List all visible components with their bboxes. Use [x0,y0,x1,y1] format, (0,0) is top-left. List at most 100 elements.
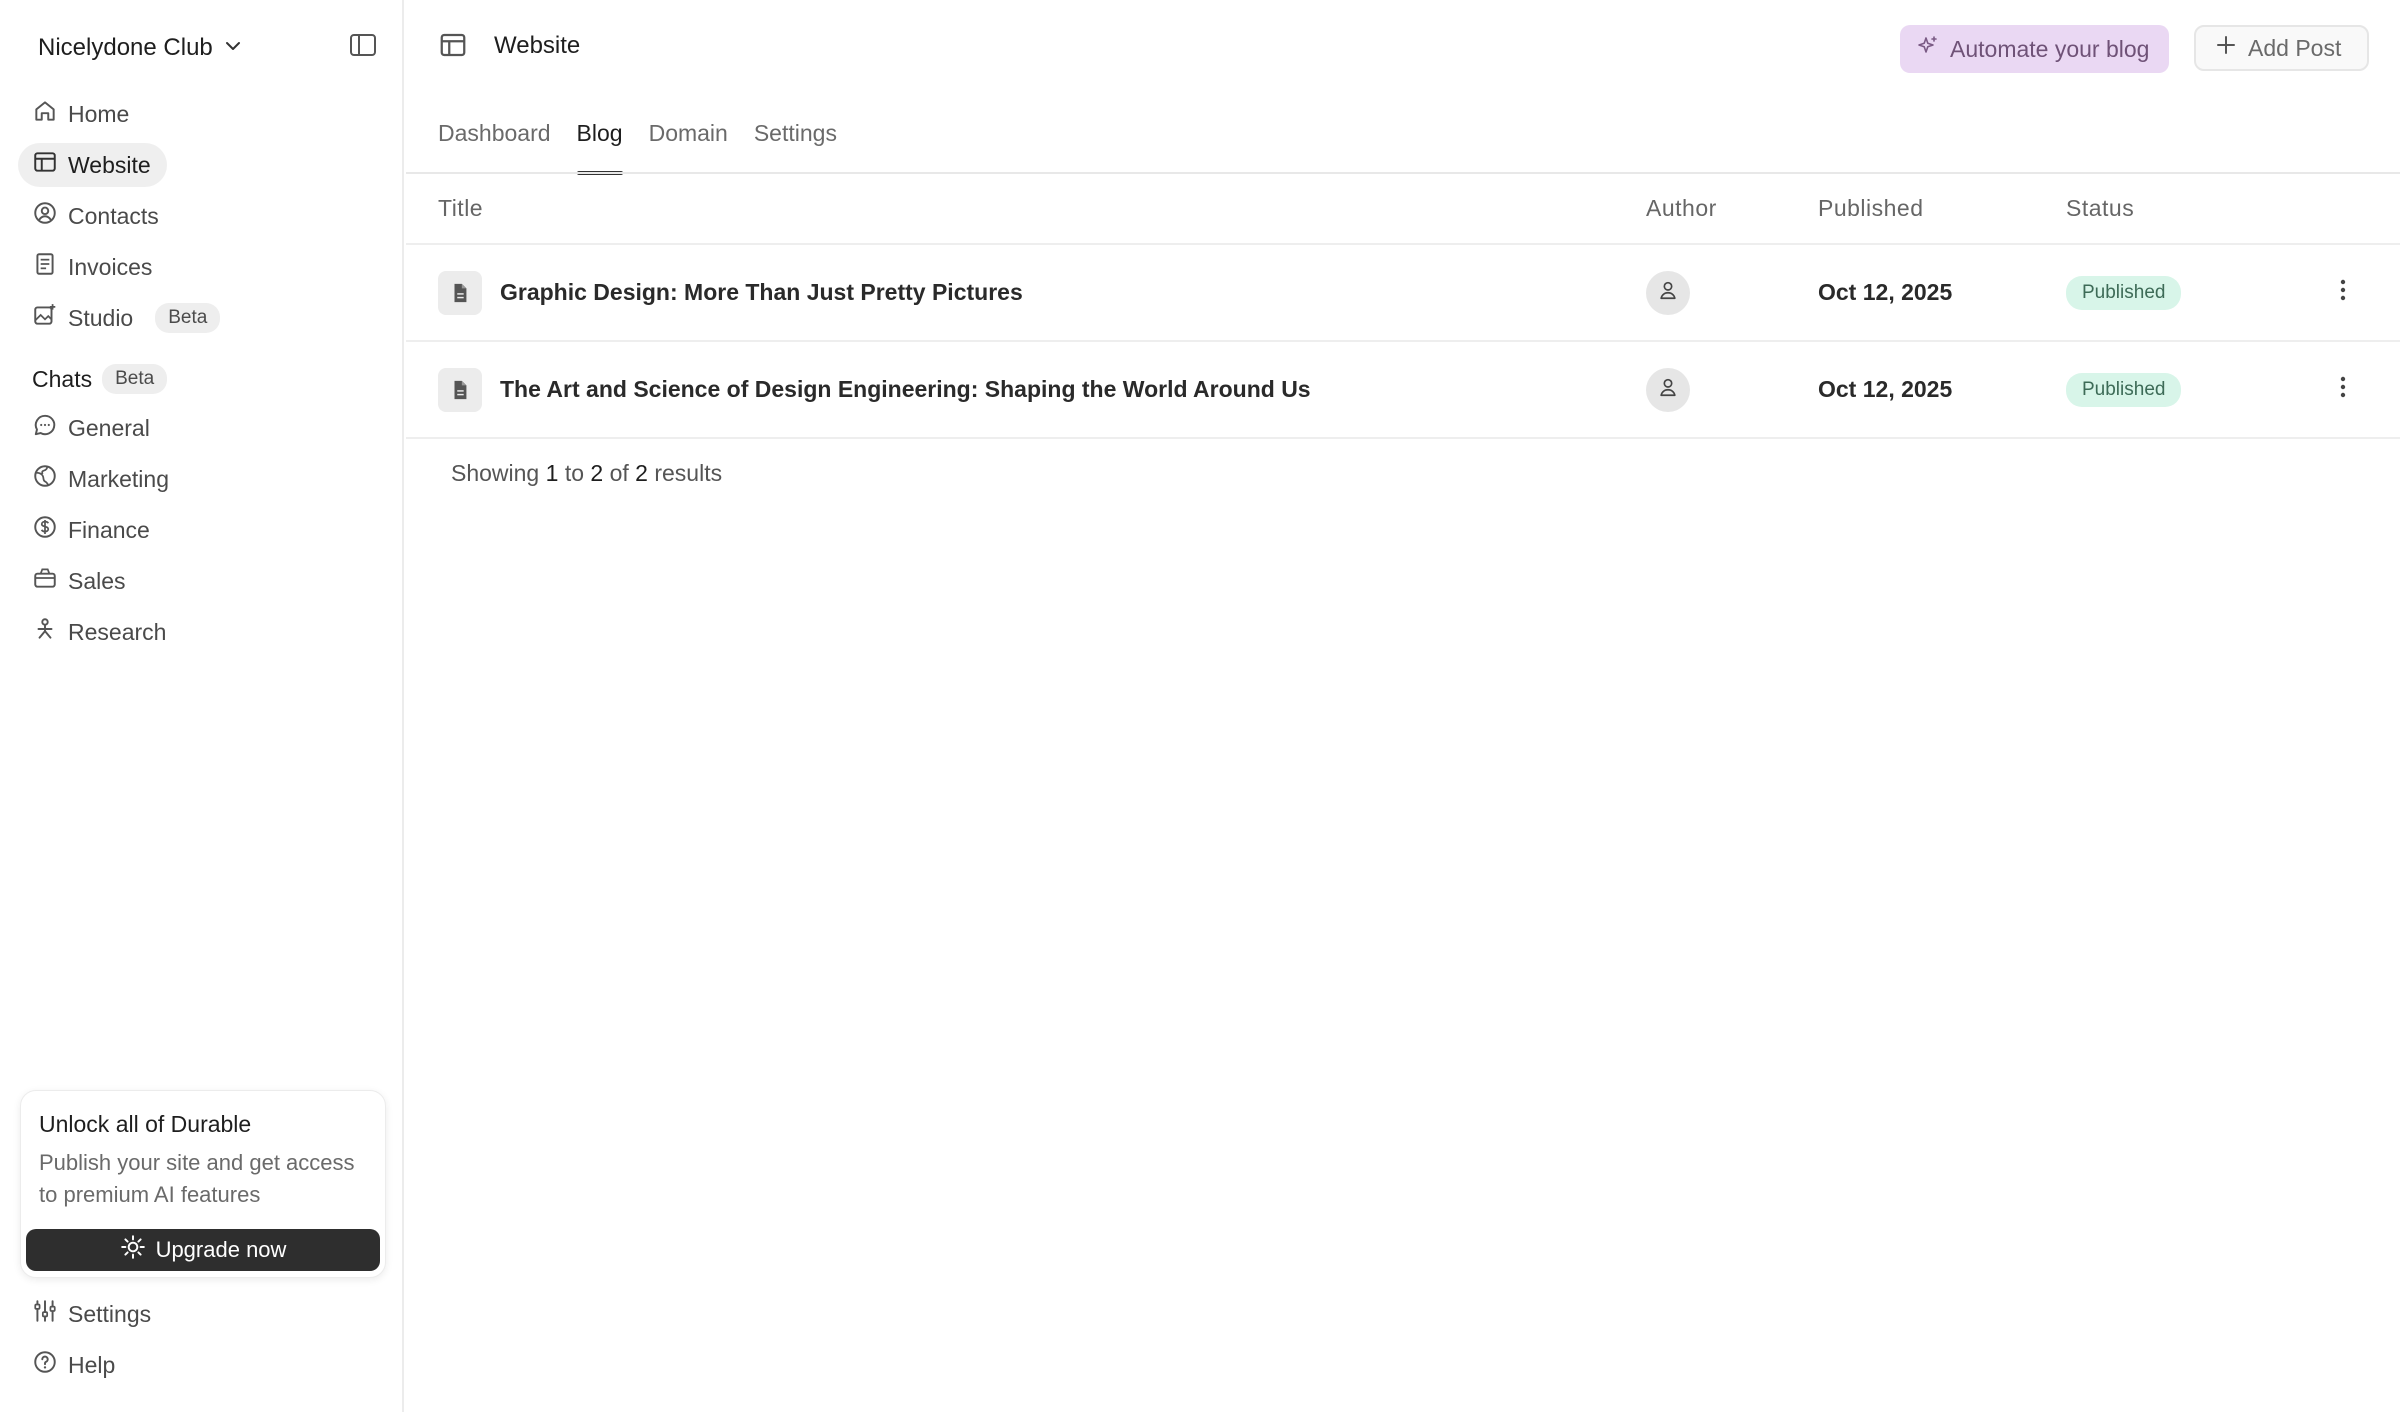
sliders-icon [32,1298,58,1330]
sidebar-item-label: Research [68,618,167,645]
sidebar-item-general[interactable]: General [18,406,166,450]
upgrade-now-button[interactable]: Upgrade now [26,1229,380,1271]
briefcase-icon [32,565,58,597]
table-row[interactable]: Graphic Design: More Than Just Pretty Pi… [406,244,2400,342]
sparkle-icon [120,1234,146,1266]
table-row[interactable]: The Art and Science of Design Engineerin… [406,341,2400,439]
chat-bubble-icon [32,412,58,444]
sidebar-item-help[interactable]: Help [18,1343,131,1387]
tab-blog[interactable]: Blog [576,118,623,175]
row-actions-button[interactable] [2326,373,2360,407]
sidebar-item-finance[interactable]: Finance [18,508,166,552]
automate-blog-button[interactable]: Automate your blog [1900,25,2170,73]
sidebar-item-studio[interactable]: Studio Beta [18,296,236,340]
sidebar-bottom-nav: Settings Help [18,1292,388,1394]
automate-blog-label: Automate your blog [1950,35,2150,62]
table-header-row: Title Author Published Status [406,174,2400,245]
sidebar-item-label: Website [68,151,151,178]
sidebar: Nicelydone Club Home Website Contacts In… [0,0,404,1412]
sidebar-item-sales[interactable]: Sales [18,559,142,603]
results-to-word: to [564,460,584,486]
user-icon [1657,279,1679,307]
sidebar-item-research[interactable]: Research [18,610,182,654]
results-total: 2 [635,460,648,486]
tab-domain[interactable]: Domain [649,118,728,174]
upgrade-now-label: Upgrade now [155,1237,287,1262]
document-icon [438,367,482,412]
image-sparkle-icon [32,302,58,334]
user-circle-icon [32,200,58,232]
sidebar-item-label: Settings [68,1300,152,1327]
column-header-actions [2326,174,2400,245]
posts-table: Title Author Published Status Graphic De… [406,174,2400,439]
sidebar-item-marketing[interactable]: Marketing [18,457,185,501]
beta-badge: Beta [102,364,168,394]
main-content: Website Automate your blog Add Post Dash… [406,0,2400,1412]
org-switcher[interactable]: Nicelydone Club [38,30,243,66]
receipt-icon [32,251,58,283]
globe-icon [32,463,58,495]
sidebar-item-label: Invoices [68,253,153,280]
document-icon [438,270,482,315]
published-date: Oct 12, 2025 [1818,376,1953,402]
chevron-down-icon [223,36,243,61]
sidebar-item-invoices[interactable]: Invoices [18,245,168,289]
sidebar-item-label: Studio [68,304,134,331]
tab-settings[interactable]: Settings [754,118,837,174]
column-header-title[interactable]: Title [406,174,1646,245]
org-name: Nicelydone Club [38,34,213,61]
tab-bar: Dashboard Blog Domain Settings [438,118,837,175]
more-vertical-icon [2339,375,2347,405]
dollar-circle-icon [32,514,58,546]
user-icon [1657,376,1679,404]
sidebar-item-label: Sales [68,567,126,594]
tab-dashboard[interactable]: Dashboard [438,118,551,174]
sidebar-item-contacts[interactable]: Contacts [18,194,175,238]
sidebar-item-label: General [68,414,150,441]
upgrade-card-description: Publish your site and get access to prem… [39,1150,355,1207]
post-title[interactable]: Graphic Design: More Than Just Pretty Pi… [500,279,1023,306]
results-to: 2 [590,460,604,486]
person-network-icon [32,616,58,648]
sidebar-item-label: Finance [68,516,150,543]
upgrade-card: Unlock all of Durable Publish your site … [20,1090,386,1278]
author-avatar [1646,270,1690,315]
chats-title: Chats [32,365,93,392]
sidebar-item-home[interactable]: Home [18,92,145,136]
sidebar-nav: Home Website Contacts Invoices Studio Be… [18,92,388,347]
sparkle-icon [1916,34,1940,64]
results-prefix: Showing [451,460,540,486]
add-post-label: Add Post [2248,34,2342,61]
layout-icon [438,30,468,60]
add-post-button[interactable]: Add Post [2194,25,2370,71]
sidebar-item-settings[interactable]: Settings [18,1292,167,1336]
plus-icon [2214,33,2238,63]
status-badge: Published [2066,275,2182,310]
sidebar-item-label: Help [68,1351,116,1378]
home-icon [32,98,58,130]
results-from: 1 [545,460,559,486]
chats-nav: General Marketing Finance Sales Research [18,406,388,661]
sidebar-item-label: Contacts [68,202,159,229]
sidebar-toggle-button[interactable] [346,30,380,64]
column-header-status[interactable]: Status [2066,174,2326,245]
row-actions-button[interactable] [2326,276,2360,310]
results-suffix: results [654,460,723,486]
author-avatar [1646,367,1690,412]
layout-icon [32,149,58,181]
results-of-word: of [609,460,629,486]
sidebar-item-website[interactable]: Website [18,143,167,187]
column-header-published[interactable]: Published [1818,174,2066,245]
post-title[interactable]: The Art and Science of Design Engineerin… [500,376,1311,403]
status-badge: Published [2066,372,2182,407]
help-circle-icon [32,1349,58,1381]
chats-section-title: Chats Beta [32,364,168,394]
beta-badge: Beta [155,303,221,333]
column-header-author[interactable]: Author [1646,174,1818,245]
page-title: Website [494,32,581,59]
results-summary: Showing 1 to 2 of 2 results [451,460,722,487]
more-vertical-icon [2339,278,2347,308]
upgrade-card-title: Unlock all of Durable [39,1111,252,1137]
sidebar-item-label: Home [68,100,130,127]
published-date: Oct 12, 2025 [1818,279,1953,305]
